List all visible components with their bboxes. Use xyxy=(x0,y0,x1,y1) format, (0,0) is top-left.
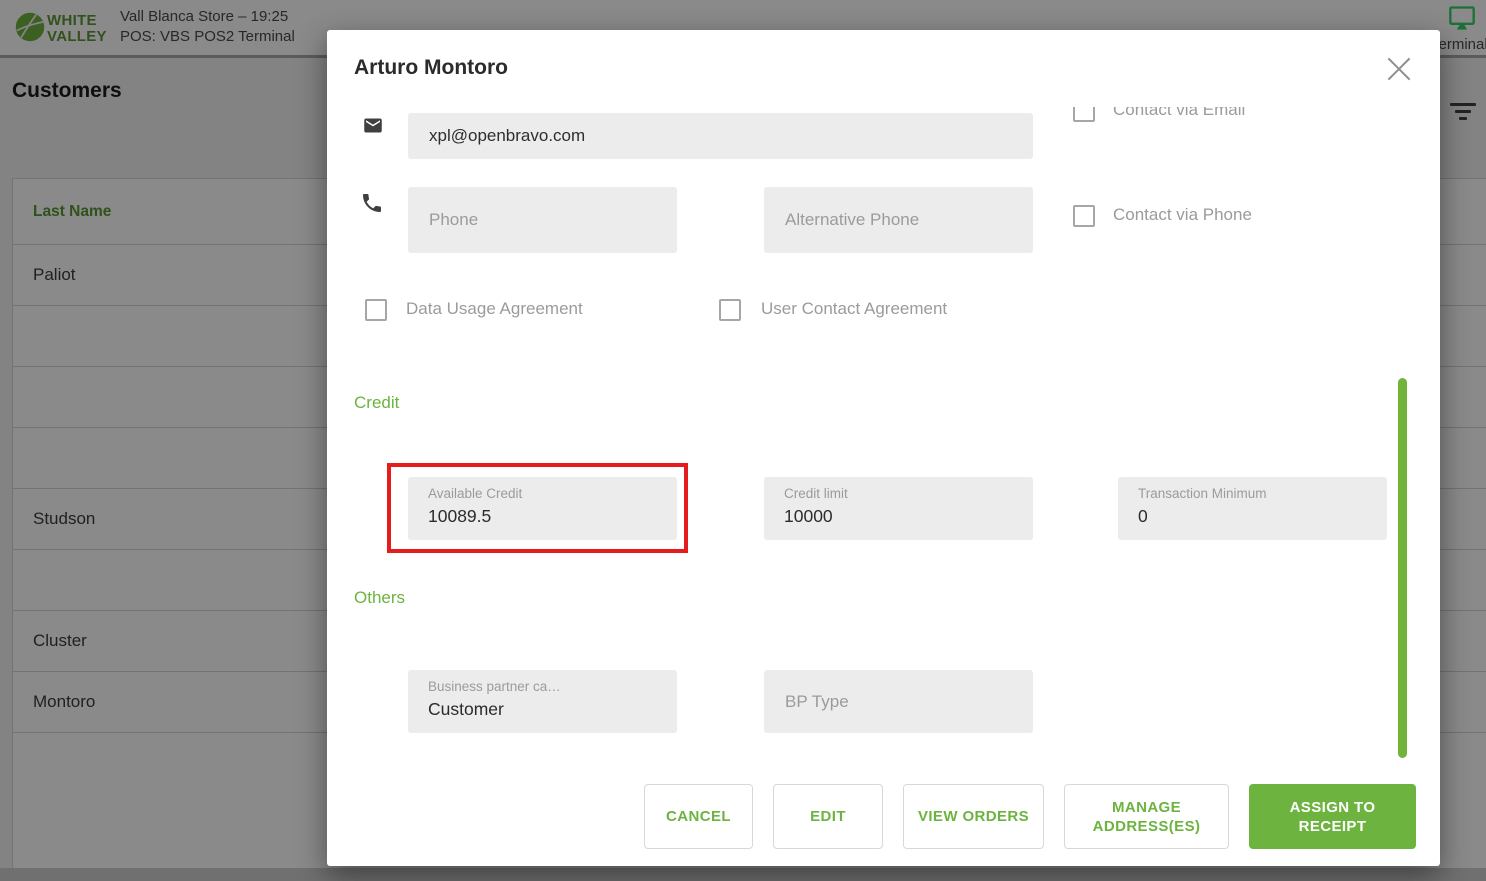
modal-scrollbar[interactable] xyxy=(1398,378,1407,758)
credit-limit-value: 10000 xyxy=(784,506,1033,527)
alternative-phone-placeholder: Alternative Phone xyxy=(785,210,919,230)
edit-button[interactable]: EDIT xyxy=(773,784,883,849)
credit-section-heading: Credit xyxy=(354,393,399,413)
modal-title: Arturo Montoro xyxy=(354,56,508,80)
cancel-button[interactable]: CANCEL xyxy=(644,784,753,849)
phone-icon xyxy=(360,191,384,215)
manage-addresses-button[interactable]: MANAGE ADDRESS(ES) xyxy=(1064,784,1229,849)
credit-limit-label: Credit limit xyxy=(784,486,1014,501)
bp-type-placeholder: BP Type xyxy=(785,692,849,712)
email-icon xyxy=(360,115,386,136)
close-icon[interactable] xyxy=(1387,57,1411,81)
business-partner-category-label: Business partner ca… xyxy=(428,679,658,694)
others-section-heading: Others xyxy=(354,588,405,608)
email-value: xpl@openbravo.com xyxy=(429,126,585,146)
user-contact-agreement-checkbox[interactable] xyxy=(719,299,741,321)
transaction-minimum-value: 0 xyxy=(1138,506,1387,527)
transaction-minimum-field[interactable]: Transaction Minimum 0 xyxy=(1118,477,1387,540)
data-usage-agreement-checkbox[interactable] xyxy=(365,299,387,321)
bp-type-field[interactable]: BP Type xyxy=(764,670,1033,733)
assign-to-receipt-button[interactable]: ASSIGN TO RECEIPT xyxy=(1249,784,1416,849)
data-usage-agreement-label: Data Usage Agreement xyxy=(406,300,583,318)
credit-limit-field[interactable]: Credit limit 10000 xyxy=(764,477,1033,540)
contact-via-email-checkbox[interactable] xyxy=(1073,107,1095,122)
phone-placeholder: Phone xyxy=(429,210,478,230)
contact-via-phone-checkbox[interactable] xyxy=(1073,205,1095,227)
highlight-annotation xyxy=(387,463,688,553)
business-partner-category-value: Customer xyxy=(428,699,677,720)
alternative-phone-field[interactable]: Alternative Phone xyxy=(764,187,1033,253)
contact-via-email-label: Contact via Email xyxy=(1113,107,1245,119)
business-partner-category-field[interactable]: Business partner ca… Customer xyxy=(408,670,677,733)
transaction-minimum-label: Transaction Minimum xyxy=(1138,486,1368,501)
user-contact-agreement-label: User Contact Agreement xyxy=(761,300,947,318)
contact-via-phone-label: Contact via Phone xyxy=(1113,206,1252,224)
view-orders-button[interactable]: VIEW ORDERS xyxy=(903,784,1044,849)
customer-details-modal: Arturo Montoro xpl@openbravo.com Contact… xyxy=(327,30,1440,866)
email-field[interactable]: xpl@openbravo.com xyxy=(408,113,1033,159)
modal-button-row: CANCEL EDIT VIEW ORDERS MANAGE ADDRESS(E… xyxy=(327,784,1440,849)
phone-field[interactable]: Phone xyxy=(408,187,677,253)
modal-scroll-area: xpl@openbravo.com Contact via Email Phon… xyxy=(327,107,1440,784)
